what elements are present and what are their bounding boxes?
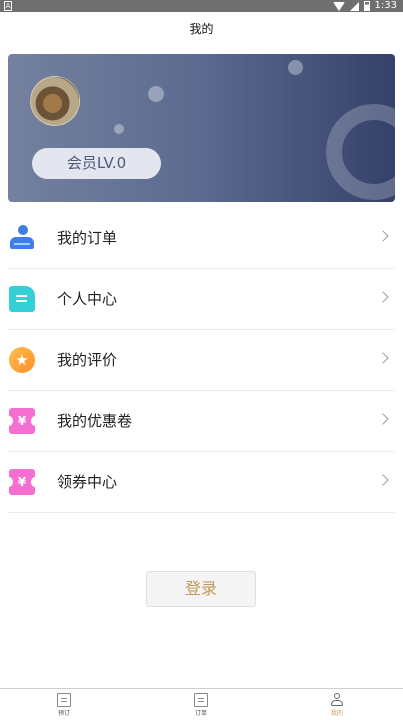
avatar[interactable]: [30, 76, 80, 126]
order-icon: [194, 693, 208, 707]
menu-item-my-orders[interactable]: 我的订单: [8, 208, 395, 269]
tab-label: 订单: [194, 710, 207, 717]
menu-item-my-reviews[interactable]: ★ 我的评价: [8, 330, 395, 391]
star-badge-icon: ★: [9, 347, 35, 373]
tab-orders[interactable]: 订单: [171, 689, 231, 720]
profile-icon: [330, 693, 344, 707]
booking-icon: [57, 693, 71, 707]
coupon-icon: ¥: [5, 469, 39, 495]
status-bar: A 1:33: [0, 0, 403, 12]
tab-label: 预订: [57, 710, 70, 717]
menu-item-personal-center[interactable]: 个人中心: [8, 269, 395, 330]
user-order-icon: [9, 225, 35, 251]
profile-banner: 会员LV.0: [8, 54, 395, 202]
tab-booking[interactable]: 预订: [34, 689, 94, 720]
menu-item-label: 我的优惠卷: [57, 412, 133, 430]
status-icons: 1:33: [332, 0, 397, 12]
menu-item-label: 领券中心: [57, 473, 118, 491]
document-icon: [9, 286, 35, 312]
tab-label: 我的: [330, 710, 343, 717]
notification-icon: A: [4, 1, 12, 11]
chevron-right-icon: [377, 413, 389, 425]
chevron-right-icon: [377, 352, 389, 364]
menu-list: 我的订单 个人中心 ★ 我的评价 ¥ 我的优惠卷 ¥ 领券中心: [5, 208, 395, 513]
app-root: A 1:33 我的 会员LV.0 我的订单 个人中心 ★ 我的评价 ¥ 我的优惠…: [0, 0, 403, 720]
battery-icon: [363, 1, 370, 11]
menu-item-label: 个人中心: [57, 290, 118, 308]
page-title: 我的: [189, 22, 214, 36]
login-button[interactable]: 登录: [146, 571, 256, 607]
decor-bubble: [148, 86, 164, 102]
clock: 1:33: [374, 0, 397, 11]
menu-item-my-coupons[interactable]: ¥ 我的优惠卷: [5, 391, 395, 452]
bottom-tab-bar: 预订 订单 我的: [0, 688, 403, 720]
menu-item-label: 我的评价: [57, 351, 118, 369]
coupon-icon: ¥: [5, 408, 39, 434]
wifi-icon: [332, 1, 345, 11]
chevron-right-icon: [377, 230, 389, 242]
menu-item-label: 我的订单: [57, 229, 118, 247]
tab-me[interactable]: 我的: [307, 689, 367, 720]
member-level-badge: 会员LV.0: [32, 148, 161, 179]
decor-bubble: [288, 60, 303, 75]
chevron-right-icon: [377, 474, 389, 486]
menu-item-coupon-center[interactable]: ¥ 领券中心: [5, 452, 395, 513]
signal-icon: [349, 1, 359, 11]
decor-ring: [326, 104, 395, 200]
chevron-right-icon: [377, 291, 389, 303]
decor-bubble: [114, 124, 124, 134]
